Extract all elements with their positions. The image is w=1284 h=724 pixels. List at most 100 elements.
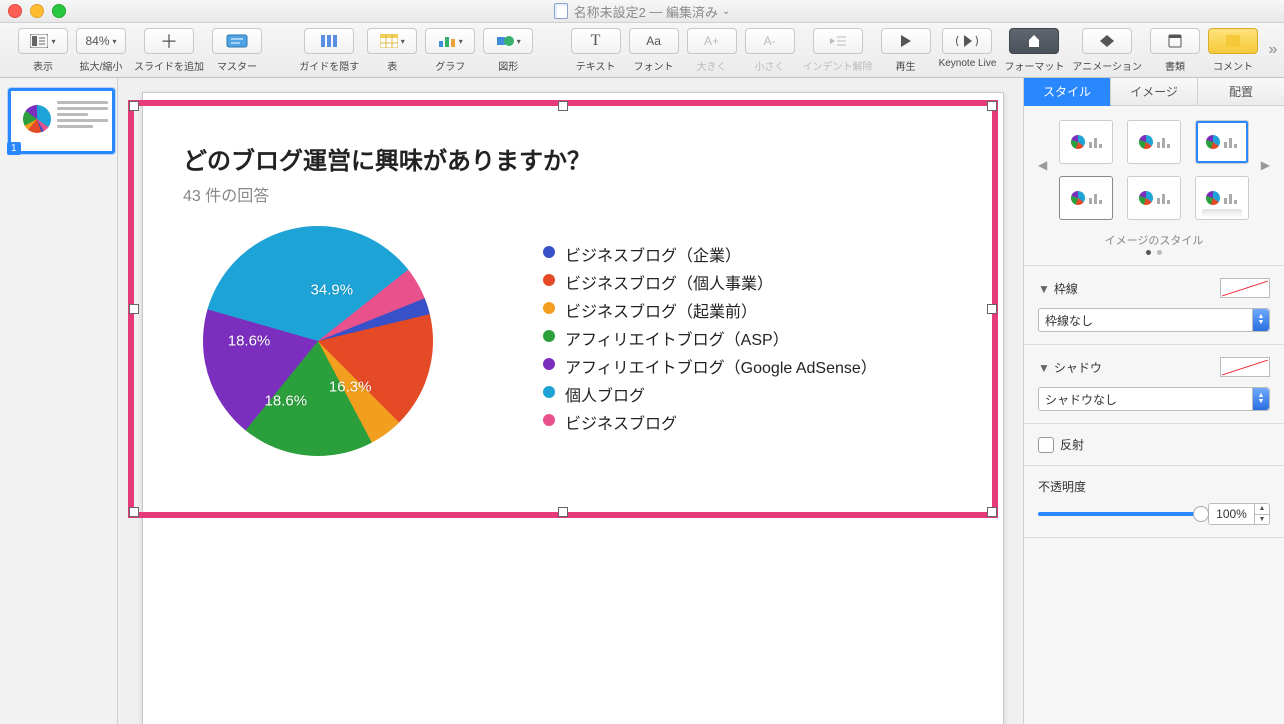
opacity-label: 不透明度 [1038,478,1270,495]
bigger-button[interactable]: A+ 大きく [683,23,741,77]
image-style-4[interactable] [1059,176,1113,220]
text-label: テキスト [576,58,616,73]
shape-button[interactable]: ▾ 図形 [479,23,537,77]
border-style-value: 枠線なし [1045,312,1093,329]
title-menu-chevron-icon[interactable]: ⌄ [722,6,730,17]
shadow-style-value: シャドウなし [1045,391,1117,408]
dropdown-arrows-icon: ▲▼ [1252,309,1269,331]
animation-label: アニメーション [1072,58,1142,73]
opacity-field[interactable]: 100% ▲▼ [1208,503,1270,525]
opacity-stepper[interactable]: ▲▼ [1254,504,1269,524]
selection-frame[interactable] [128,100,998,518]
shadow-label: シャドウ [1054,361,1102,375]
font-label: フォント [634,58,674,73]
format-button[interactable]: フォーマット [1000,23,1068,77]
image-style-6[interactable] [1195,176,1249,220]
thumbnail-pie-icon [23,105,51,133]
resize-handle-sw[interactable] [129,507,139,517]
reflection-label: 反射 [1060,436,1084,453]
minimize-window-button[interactable] [30,4,44,18]
slide-navigator[interactable]: 1 [0,78,118,724]
image-style-3[interactable] [1195,120,1249,164]
style-page-dots[interactable] [1024,250,1284,255]
keynote-live-button[interactable]: Keynote Live [935,23,1001,77]
text-glyph: T [591,32,601,50]
master-label: マスター [217,58,257,73]
border-label: 枠線 [1054,282,1078,296]
outdent-label: インデント解除 [803,58,873,73]
document-label: 書類 [1165,58,1185,73]
play-button[interactable]: 再生 [877,23,935,77]
title-separator: — [646,4,666,19]
text-button[interactable]: T テキスト [567,23,625,77]
resize-handle-nw[interactable] [129,101,139,111]
hide-guides-button[interactable]: ガイドを隠す [295,23,363,77]
master-button[interactable]: マスター [208,23,266,77]
inspector-tab-arrange[interactable]: 配置 [1198,78,1284,106]
chart-label: グラフ [435,58,465,73]
document-button[interactable]: 書類 [1146,23,1204,77]
slide-canvas[interactable]: どのブログ運営に興味がありますか？ 43 件の回答 34.9%18.6%18.6… [118,78,1023,724]
border-disclosure[interactable]: ▼ [1038,282,1050,296]
document-status: 編集済み [666,2,718,21]
inspector-tab-style[interactable]: スタイル [1024,78,1111,106]
slide-number: 1 [7,142,21,155]
shadow-color-swatch[interactable] [1220,357,1270,377]
inspector-tab-image[interactable]: イメージ [1111,78,1198,106]
resize-handle-se[interactable] [987,507,997,517]
comment-label: コメント [1213,58,1253,73]
table-button[interactable]: ▾ 表 [363,23,421,77]
image-style-2[interactable] [1127,120,1181,164]
smaller-glyph: A- [764,34,776,48]
view-menu-button[interactable]: ▾ 表示 [14,23,72,77]
format-label: フォーマット [1004,58,1064,73]
chart-button[interactable]: ▾ グラフ [421,23,479,77]
zoom-window-button[interactable] [52,4,66,18]
play-label: 再生 [896,58,916,73]
image-style-1[interactable] [1059,120,1113,164]
shadow-disclosure[interactable]: ▼ [1038,361,1050,375]
table-label: 表 [387,58,397,73]
outdent-button[interactable]: インデント解除 [799,23,877,77]
close-window-button[interactable] [8,4,22,18]
zoom-button[interactable]: 84%▾ 拡大/縮小 [72,23,130,77]
toolbar-overflow-button[interactable]: » [1262,23,1284,77]
toolbar: ▾ 表示 84%▾ 拡大/縮小 ＋ スライドを追加 マスター ガイドを隠す ▾ … [0,23,1284,78]
slide-thumbnail-1[interactable]: 1 [8,88,115,154]
window-titlebar: 名称未設定2 — 編集済み ⌄ [0,0,1284,23]
hide-guides-label: ガイドを隠す [299,58,359,73]
bigger-glyph: A+ [704,34,719,48]
border-color-swatch[interactable] [1220,278,1270,298]
border-style-dropdown[interactable]: 枠線なし ▲▼ [1038,308,1270,332]
zoom-value: 84% [85,34,109,48]
bigger-label: 大きく [697,58,727,73]
thumbnail-text-icon [57,101,108,131]
resize-handle-ne[interactable] [987,101,997,111]
add-slide-button[interactable]: ＋ スライドを追加 [130,23,208,77]
resize-handle-e[interactable] [987,304,997,314]
shadow-style-dropdown[interactable]: シャドウなし ▲▼ [1038,387,1270,411]
font-glyph: Aa [646,34,661,48]
reflection-checkbox[interactable] [1038,437,1054,453]
resize-handle-n[interactable] [558,101,568,111]
smaller-button[interactable]: A- 小さく [741,23,799,77]
document-icon [554,3,568,19]
comment-button[interactable]: コメント [1204,23,1262,77]
keynote-live-label: Keynote Live [939,58,997,69]
view-label: 表示 [33,58,53,73]
image-style-5[interactable] [1127,176,1181,220]
resize-handle-w[interactable] [129,304,139,314]
font-button[interactable]: Aa フォント [625,23,683,77]
style-next-icon[interactable]: ▶ [1261,158,1270,172]
dropdown-arrows-icon: ▲▼ [1252,388,1269,410]
resize-handle-s[interactable] [558,507,568,517]
style-prev-icon[interactable]: ◀ [1038,158,1047,172]
format-inspector: スタイル イメージ 配置 ◀ ▶ イメージのスタイル ▼ 枠線 [1023,78,1284,724]
image-style-caption: イメージのスタイル [1024,232,1284,248]
document-title: 名称未設定2 [574,2,646,21]
opacity-slider[interactable] [1038,512,1200,516]
animation-button[interactable]: アニメーション [1068,23,1146,77]
opacity-value: 100% [1209,507,1254,521]
shape-label: 図形 [498,58,518,73]
add-slide-label: スライドを追加 [134,58,204,73]
